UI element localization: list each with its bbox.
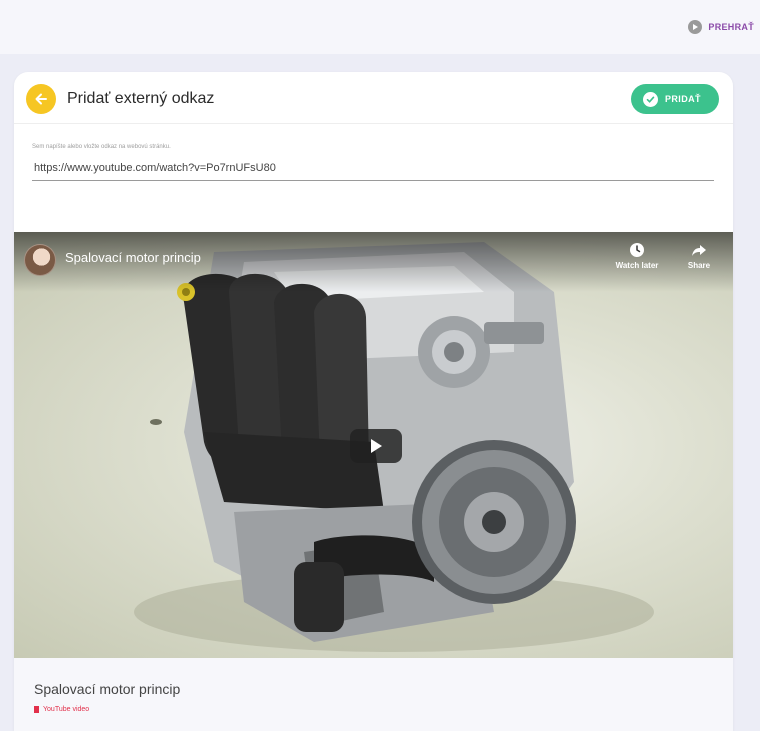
- preview-source: YouTube video: [34, 706, 89, 713]
- play-link[interactable]: PREHRAŤ: [688, 20, 754, 34]
- share-button[interactable]: Share: [674, 242, 724, 270]
- preview-source-label: YouTube video: [43, 706, 90, 713]
- url-field-group: Sem napíšte alebo vložte odkaz na webovú…: [32, 144, 714, 181]
- video-play-button[interactable]: [350, 429, 402, 463]
- channel-avatar[interactable]: [24, 244, 56, 276]
- url-field-hint: Sem napíšte alebo vložte odkaz na webovú…: [32, 144, 171, 150]
- arrow-left-icon: [35, 93, 47, 105]
- video-player[interactable]: Spalovací motor princip Watch later Shar…: [14, 232, 733, 658]
- clock-icon: [630, 243, 644, 257]
- share-icon: [692, 245, 706, 256]
- card-header: Pridať externý odkaz PRIDAŤ: [14, 72, 733, 124]
- play-icon: [688, 20, 703, 34]
- add-button[interactable]: PRIDAŤ: [631, 84, 719, 114]
- url-input[interactable]: [32, 160, 714, 181]
- play-icon: [371, 439, 382, 453]
- watch-later-label: Watch later: [615, 261, 659, 270]
- add-external-link-card: Pridať externý odkaz PRIDAŤ Sem napíšte …: [14, 72, 733, 731]
- play-link-label: PREHRAŤ: [708, 22, 754, 32]
- share-label: Share: [687, 261, 711, 270]
- video-source-icon: [34, 706, 39, 713]
- link-preview-footer: Spalovací motor princip YouTube video: [14, 658, 733, 731]
- watch-later-button[interactable]: Watch later: [612, 242, 662, 270]
- check-icon: [643, 91, 658, 107]
- page-title: Pridať externý odkaz: [67, 90, 215, 107]
- top-bar: PREHRAŤ: [0, 0, 760, 54]
- back-button[interactable]: [26, 84, 56, 114]
- preview-title: Spalovací motor princip: [34, 681, 181, 697]
- add-button-label: PRIDAŤ: [665, 94, 701, 104]
- video-title[interactable]: Spalovací motor princip: [65, 250, 201, 265]
